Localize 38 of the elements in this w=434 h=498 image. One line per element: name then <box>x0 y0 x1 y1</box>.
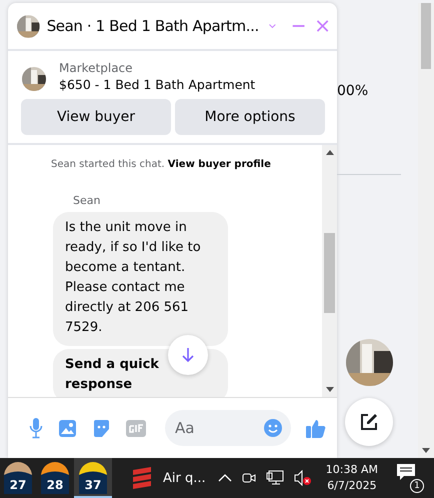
action-button[interactable]: More options <box>175 99 325 135</box>
message-bubble: Is the unit move in ready, if so I'd like to become a tentant. Please contact me directly at 206 561 7529. <box>53 212 228 346</box>
message-input[interactable]: Aa <box>165 410 291 446</box>
stat-text: 00% <box>337 83 368 99</box>
chat-title[interactable]: Sean · 1 Bed 1 Bath Apartm... <box>46 17 259 35</box>
arrow-down-icon <box>181 347 195 363</box>
compose-button[interactable] <box>345 398 393 446</box>
weather-taskbar-button[interactable]: 28 <box>37 458 73 498</box>
notification-icon <box>396 463 416 481</box>
scrollbar[interactable] <box>322 145 337 397</box>
muted-speaker-icon[interactable] <box>294 470 312 486</box>
sticker-icon[interactable] <box>92 418 111 438</box>
notification-button[interactable]: 1 <box>396 463 424 493</box>
edit-icon <box>359 412 379 432</box>
clock[interactable]: 10:38 AM 6/7/2025 <box>326 462 378 494</box>
sender-name: Sean <box>73 194 100 207</box>
app-icon <box>131 466 153 490</box>
photo-icon[interactable] <box>58 418 77 438</box>
message-bubble: Send a quick response <box>53 349 228 397</box>
chevron-down-icon[interactable] <box>268 21 277 31</box>
chevron-up-icon[interactable] <box>218 473 232 483</box>
network-icon[interactable] <box>266 470 284 486</box>
weather-taskbar-button[interactable]: 37 <box>74 458 112 498</box>
view-profile-link[interactable]: View buyer profile <box>168 159 271 170</box>
thumbs-up-icon[interactable] <box>306 418 327 438</box>
listing-source: Marketplace <box>59 61 134 75</box>
action-button[interactable]: View buyer <box>21 99 171 135</box>
emoji-icon[interactable] <box>264 419 282 437</box>
weather-icon <box>4 462 32 494</box>
weather-icon <box>79 462 107 494</box>
listing-title: $650 - 1 Bed 1 Bath Apartment <box>59 77 256 92</box>
weather-taskbar-button[interactable]: 27 <box>0 458 36 498</box>
gif-icon[interactable] <box>126 420 146 436</box>
chat-notice: Sean started this chat. View buyer profile <box>51 159 271 170</box>
weather-icon <box>41 462 69 494</box>
microphone-icon[interactable] <box>29 417 43 439</box>
page-scrollbar[interactable] <box>418 3 434 458</box>
taskbar-app-button[interactable]: Air q... <box>113 458 206 498</box>
